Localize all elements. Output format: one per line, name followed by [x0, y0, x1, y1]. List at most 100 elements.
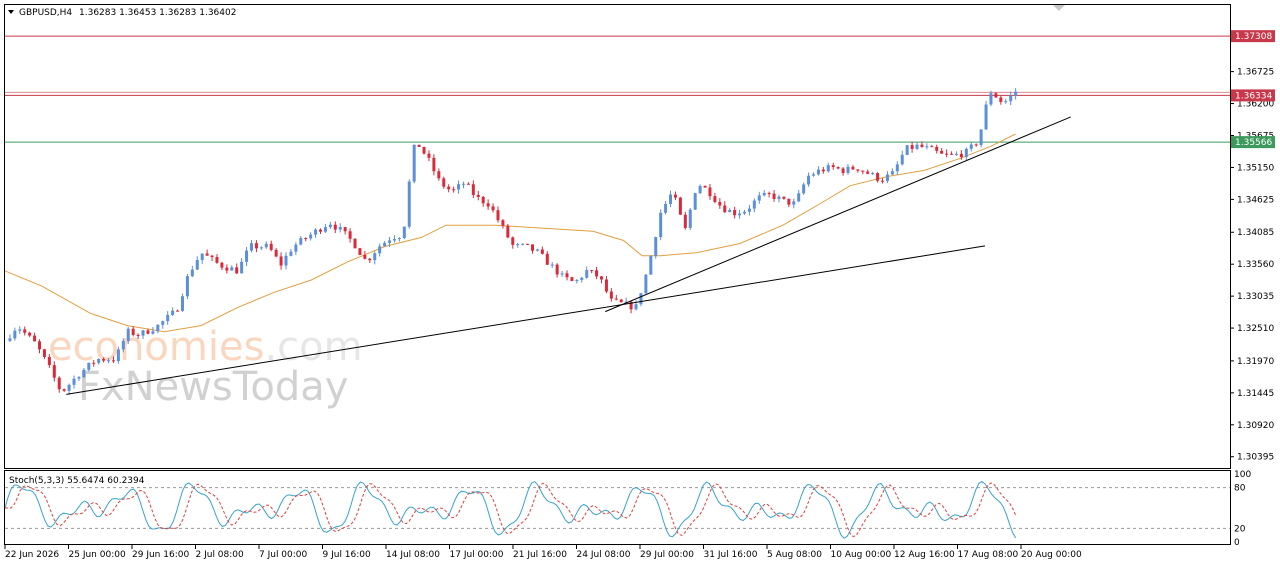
candle-bull: [639, 293, 643, 305]
candle-bull: [190, 269, 194, 277]
candle-bull: [654, 237, 658, 256]
candle-bear: [836, 167, 840, 169]
candle-bull: [72, 378, 76, 385]
candle-bear: [38, 341, 42, 350]
candle-bear: [279, 256, 283, 266]
time-tick-label: 7 Jul 00:00: [259, 550, 308, 560]
candle-bull: [871, 173, 875, 175]
candle-bear: [274, 249, 278, 257]
candle-bull: [323, 227, 327, 232]
candle-bull: [338, 227, 342, 230]
candle-bear: [940, 150, 944, 154]
price-tick-label: 1.34085: [1237, 228, 1274, 238]
candle-bull: [171, 310, 175, 315]
candle-bear: [999, 97, 1003, 102]
candle-bear: [176, 310, 180, 312]
candle-bull: [240, 261, 244, 274]
price-tick-label: 1.31970: [1237, 357, 1274, 367]
candle-bull: [289, 251, 293, 256]
time-tick-label: 31 Jul 16:00: [704, 550, 758, 560]
candle-bear: [590, 270, 594, 272]
candle-bull: [649, 255, 653, 275]
candle-bear: [215, 257, 219, 263]
candle-bear: [876, 173, 880, 181]
price-tick-label: 1.33560: [1237, 260, 1274, 270]
candle-bear: [205, 253, 209, 256]
candle-bear: [673, 194, 677, 198]
candle-bull: [161, 321, 165, 325]
candle-bear: [767, 192, 771, 194]
candle-bull: [550, 264, 554, 266]
price-tick-label: 1.32510: [1237, 324, 1274, 334]
price-tick-label: 1.33035: [1237, 292, 1274, 302]
candle-bear: [935, 146, 939, 151]
candle-bear: [33, 335, 37, 342]
candle-bull: [412, 144, 416, 182]
candle-bear: [343, 227, 347, 232]
candle-bull: [284, 255, 288, 266]
time-tick-label: 20 Aug 00:00: [1021, 550, 1082, 560]
time-axis: 22 Jun 2026 25 Jun 00:00 29 Jun 16:00 2 Jul…: [4, 545, 1082, 560]
candle-bear: [417, 144, 421, 147]
candle-bull: [752, 200, 756, 209]
level-price-tag-label: 1.36334: [1235, 91, 1272, 101]
candle-bull: [797, 193, 801, 202]
candle-bull: [964, 148, 968, 158]
candle-bear: [452, 189, 456, 191]
candle-bear: [506, 225, 510, 238]
candle-bull: [792, 201, 796, 205]
candle-bull: [457, 184, 461, 190]
candle-bear: [333, 224, 337, 230]
stoch-tick-label: 80: [1234, 484, 1246, 494]
candle-bear: [363, 255, 367, 259]
candle-bull: [585, 270, 589, 278]
candle-bear: [540, 249, 544, 254]
candle-bull: [890, 171, 894, 175]
time-tick-label: 2 Jul 08:00: [196, 550, 245, 560]
candle-bear: [57, 377, 61, 390]
time-tick-label: 22 Jun 2026: [5, 550, 59, 560]
candle-bull: [742, 211, 746, 214]
price-tick-label: 1.31445: [1237, 389, 1274, 399]
candle-bear: [851, 166, 855, 170]
candle-bull: [8, 338, 12, 341]
candle-bull: [264, 243, 268, 248]
candle-bull: [249, 243, 253, 251]
candle-bear: [102, 358, 106, 361]
candle-bear: [427, 153, 431, 158]
candle-bull: [895, 164, 899, 172]
candle-bull: [915, 144, 919, 149]
candle-bear: [447, 186, 451, 190]
candle-bear: [974, 144, 978, 146]
candle-bull: [373, 253, 377, 261]
candle-bull: [116, 349, 120, 362]
candle-bear: [442, 178, 446, 187]
candle-bull: [67, 384, 71, 391]
candle-bull: [309, 234, 313, 239]
candle-bear: [604, 279, 608, 292]
candle-bull: [816, 169, 820, 175]
candle-bull: [688, 209, 692, 228]
price-tick-label: 1.30395: [1237, 453, 1274, 463]
candle-bear: [471, 184, 475, 195]
candle-bear: [437, 171, 441, 179]
candle-bear: [841, 168, 845, 174]
candle-bull: [121, 340, 125, 350]
price-chart[interactable]: economies.com FxNewsToday GBPUSD,H4 1.36…: [0, 0, 1280, 567]
candle-bull: [535, 249, 539, 251]
candle-bull: [969, 144, 973, 149]
candle-bull: [107, 360, 111, 362]
time-tick-label: 21 Jul 16:00: [513, 550, 567, 560]
candle-bull: [230, 267, 234, 271]
candle-bear: [319, 229, 323, 232]
candle-bull: [141, 330, 145, 336]
candle-bear: [47, 356, 51, 366]
candle-bull: [826, 165, 830, 172]
candle-bull: [166, 314, 170, 322]
candle-bull: [402, 226, 406, 239]
candle-bear: [683, 214, 687, 228]
candle-bull: [392, 239, 396, 241]
level-price-tag-label: 1.35566: [1235, 138, 1272, 148]
candle-bull: [461, 183, 465, 185]
candle-bull: [979, 129, 983, 145]
